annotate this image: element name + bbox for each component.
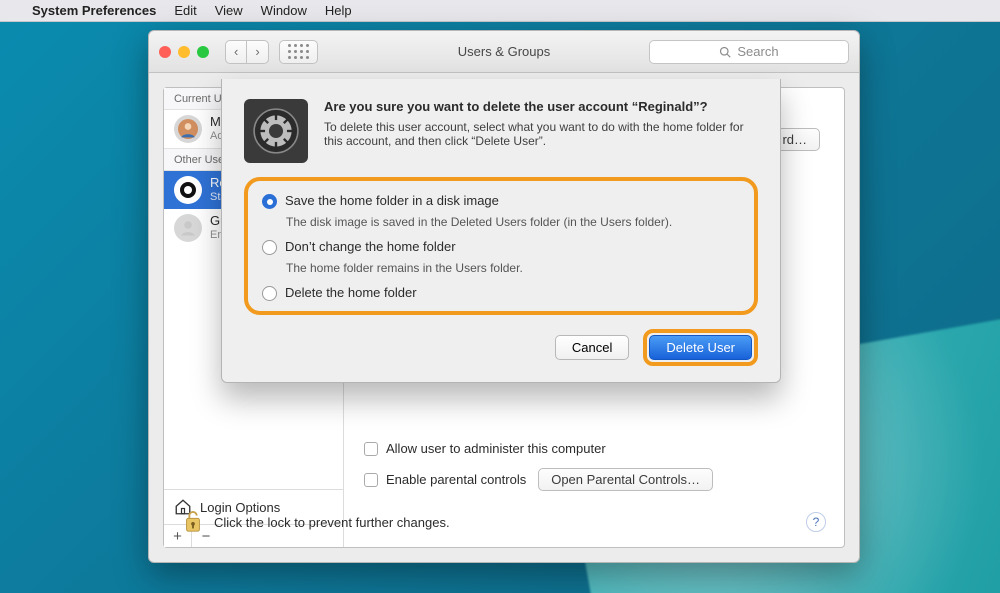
menubar-edit[interactable]: Edit: [174, 3, 196, 18]
parental-controls-checkbox[interactable]: Enable parental controls: [364, 472, 526, 487]
dialog-title: Are you sure you want to delete the user…: [324, 99, 758, 114]
open-parental-controls-button[interactable]: Open Parental Controls…: [538, 468, 713, 491]
zoom-icon[interactable]: [197, 46, 209, 58]
delete-user-dialog: Are you sure you want to delete the user…: [221, 79, 781, 383]
avatar: [174, 214, 202, 242]
help-button[interactable]: ?: [806, 512, 826, 532]
dialog-subtitle: To delete this user account, select what…: [324, 120, 758, 148]
lock-text: Click the lock to prevent further change…: [214, 515, 450, 530]
option-label: Delete the home folder: [285, 285, 417, 300]
allow-admin-label: Allow user to administer this computer: [386, 441, 606, 456]
radio-icon: [262, 286, 277, 301]
preferences-window: ‹ › Users & Groups Search Current User: [148, 30, 860, 563]
confirm-highlight: Delete User: [643, 329, 758, 366]
menubar-window[interactable]: Window: [261, 3, 307, 18]
close-icon[interactable]: [159, 46, 171, 58]
minimize-icon[interactable]: [178, 46, 190, 58]
checkbox-icon: [364, 473, 378, 487]
radio-icon: [262, 194, 277, 209]
options-highlight: Save the home folder in a disk image The…: [244, 177, 758, 315]
window-traffic-lights: [159, 46, 209, 58]
option-label: Save the home folder in a disk image: [285, 193, 499, 208]
search-input[interactable]: Search: [649, 40, 849, 64]
radio-icon: [262, 240, 277, 255]
option-delete-folder[interactable]: Delete the home folder: [262, 285, 740, 301]
menubar-app-name[interactable]: System Preferences: [32, 3, 156, 18]
chevron-right-icon: ›: [255, 44, 259, 59]
window-toolbar: ‹ › Users & Groups Search: [149, 31, 859, 73]
option-dont-change[interactable]: Don’t change the home folder: [262, 239, 740, 255]
menubar-view[interactable]: View: [215, 3, 243, 18]
menubar-help[interactable]: Help: [325, 3, 352, 18]
security-gear-icon: [244, 99, 308, 163]
avatar: [174, 176, 202, 204]
dialog-actions: Cancel Delete User: [244, 329, 758, 366]
lock-row: Click the lock to prevent further change…: [182, 509, 826, 535]
back-button[interactable]: ‹: [225, 40, 246, 64]
checkbox-icon: [364, 442, 378, 456]
option-save-disk-image[interactable]: Save the home folder in a disk image: [262, 193, 740, 209]
grid-icon: [288, 44, 309, 59]
allow-admin-checkbox[interactable]: Allow user to administer this computer: [364, 441, 826, 456]
forward-button[interactable]: ›: [246, 40, 268, 64]
parental-enable-label: Enable parental controls: [386, 472, 526, 487]
option-label: Don’t change the home folder: [285, 239, 456, 254]
show-all-button[interactable]: [279, 40, 318, 64]
search-placeholder: Search: [737, 44, 778, 59]
option-desc: The disk image is saved in the Deleted U…: [286, 215, 740, 229]
avatar: [174, 115, 202, 143]
chevron-left-icon: ‹: [234, 44, 238, 59]
lock-icon[interactable]: [182, 509, 204, 535]
nav-buttons: ‹ ›: [225, 40, 269, 64]
cancel-button[interactable]: Cancel: [555, 335, 629, 360]
menubar: System Preferences Edit View Window Help: [0, 0, 1000, 22]
delete-user-button[interactable]: Delete User: [649, 335, 752, 360]
search-icon: [719, 46, 731, 58]
option-desc: The home folder remains in the Users fol…: [286, 261, 740, 275]
